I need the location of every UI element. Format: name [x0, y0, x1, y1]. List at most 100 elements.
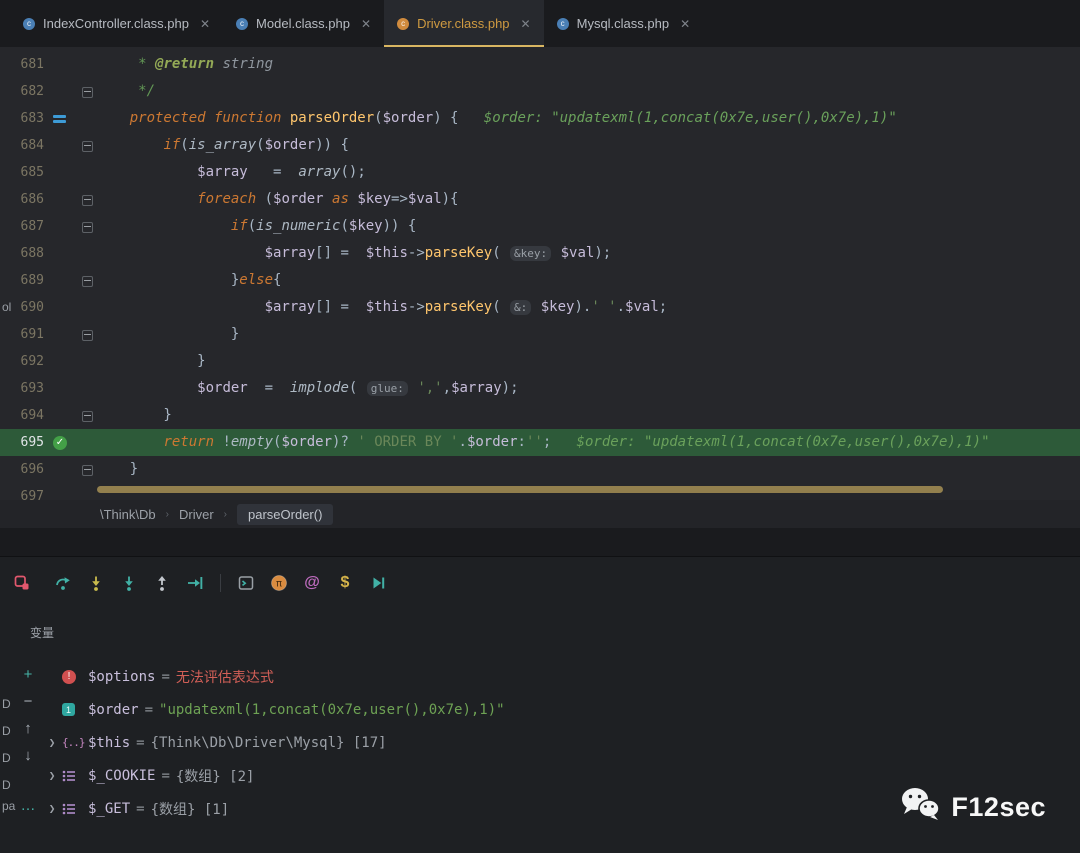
code-line-686[interactable]: 686 foreach ($order as $key=>$val){	[0, 186, 1080, 213]
move-up-button[interactable]: ↑	[16, 715, 40, 742]
fold-marker-icon[interactable]	[82, 330, 93, 341]
code-line-694[interactable]: 694 }	[0, 402, 1080, 429]
code-line-691[interactable]: 691 }	[0, 321, 1080, 348]
array-icon	[62, 803, 88, 815]
console-icon[interactable]	[236, 573, 256, 593]
code-line-696[interactable]: 696 }	[0, 456, 1080, 483]
expand-chevron-icon[interactable]: ❯	[42, 769, 62, 782]
editor-tab[interactable]: c Driver.class.php ✕	[384, 0, 544, 48]
fold-marker-icon[interactable]	[82, 276, 93, 287]
toolbar-separator	[220, 574, 221, 592]
code-editor[interactable]: 681 * @return string 682 */683 protected …	[0, 47, 1080, 500]
more-options-button[interactable]: …	[16, 792, 40, 819]
add-watch-button[interactable]: +	[16, 661, 40, 688]
clipped-tool-label: D	[2, 697, 11, 711]
fold-marker-icon[interactable]	[82, 465, 93, 476]
code-line-682[interactable]: 682 */	[0, 78, 1080, 105]
line-number[interactable]: 681	[0, 51, 44, 78]
breadcrumb-item[interactable]: parseOrder()	[237, 503, 334, 525]
line-number[interactable]: 683	[0, 105, 44, 132]
php-console-icon[interactable]: π	[269, 573, 289, 593]
debug-toolbar: π @ $	[0, 563, 388, 603]
line-number[interactable]: 685	[0, 159, 44, 186]
resume-icon[interactable]	[368, 573, 388, 593]
code-line-687[interactable]: 687 if(is_numeric($key)) {	[0, 213, 1080, 240]
line-number[interactable]: 694	[0, 402, 44, 429]
expand-chevron-icon[interactable]: ❯	[42, 736, 62, 749]
fold-marker-icon[interactable]	[82, 87, 93, 98]
tab-label: Driver.class.php	[417, 16, 510, 31]
code-text: foreach ($order as $key=>$val){	[197, 191, 459, 207]
code-line-688[interactable]: 688 $array[] = $this->parseKey( &key: $v…	[0, 240, 1080, 267]
variable-row[interactable]: 1 $order = "updatexml(1,concat(0x7e,user(),…	[42, 693, 1080, 726]
equals-sign: =	[144, 701, 154, 718]
fold-marker-icon[interactable]	[82, 195, 93, 206]
variables-panel-title[interactable]: 变量	[30, 624, 54, 641]
line-number[interactable]: 684	[0, 132, 44, 159]
code-text: if(is_array($order)) {	[163, 137, 349, 153]
close-tab-icon[interactable]: ✕	[680, 17, 690, 31]
remove-watch-button[interactable]: −	[16, 688, 40, 715]
breakpoint-hit-icon[interactable]: ✓	[53, 429, 67, 456]
clipped-tool-label: ol	[2, 300, 12, 314]
code-line-693[interactable]: 693 $order = implode( glue: ',',$array);	[0, 375, 1080, 402]
fold-marker-icon[interactable]	[82, 411, 93, 422]
equals-sign: =	[136, 734, 145, 751]
editor-tab[interactable]: c Mysql.class.php ✕	[544, 0, 704, 47]
evaluate-at-icon[interactable]: @	[302, 573, 322, 593]
force-step-into-icon[interactable]	[119, 573, 139, 593]
editor-tab[interactable]: c Model.class.php ✕	[223, 0, 384, 47]
line-number[interactable]: 689	[0, 267, 44, 294]
variable-row[interactable]: ❯ {..} $this = {Think\Db\Driver\Mysql} [17]	[42, 726, 1080, 759]
fold-marker-icon[interactable]	[82, 222, 93, 233]
step-into-icon[interactable]	[86, 573, 106, 593]
step-over-icon[interactable]	[53, 573, 73, 593]
code-text: $order = implode( glue: ',',$array);	[197, 380, 519, 396]
line-number[interactable]: 695	[0, 429, 44, 456]
tab-label: Model.class.php	[256, 16, 350, 31]
breadcrumb-item[interactable]: Driver	[179, 507, 214, 522]
code-line-692[interactable]: 692 }	[0, 348, 1080, 375]
close-tab-icon[interactable]: ✕	[200, 17, 210, 31]
bookmark-icon[interactable]	[53, 105, 66, 132]
line-number[interactable]: 693	[0, 375, 44, 402]
variables-toolbar: + − ↑ ↓ …	[16, 661, 40, 819]
php-class-icon: c	[236, 17, 249, 30]
expand-chevron-icon[interactable]: ❯	[42, 802, 62, 815]
view-breakpoints-icon[interactable]	[12, 573, 32, 593]
code-line-681[interactable]: 681 * @return string	[0, 51, 1080, 78]
variable-row[interactable]: ! $options = 无法评估表达式	[42, 660, 1080, 693]
close-tab-icon[interactable]: ✕	[361, 17, 371, 31]
close-tab-icon[interactable]: ✕	[521, 17, 531, 31]
code-line-695[interactable]: 695 ✓ return !empty($order)? ' ORDER BY '…	[0, 429, 1080, 456]
run-to-cursor-icon[interactable]	[185, 573, 205, 593]
line-number[interactable]: 688	[0, 240, 44, 267]
horizontal-scrollbar[interactable]	[97, 486, 943, 493]
line-number[interactable]: 696	[0, 456, 44, 483]
code-text: }	[96, 407, 172, 423]
line-number[interactable]: 692	[0, 348, 44, 375]
line-number[interactable]: 691	[0, 321, 44, 348]
code-text: $array[] = $this->parseKey( &key: $val);	[264, 245, 612, 261]
code-line-685[interactable]: 685 $array = array();	[0, 159, 1080, 186]
breadcrumb-item[interactable]: \Think\Db	[100, 507, 156, 522]
code-line-689[interactable]: 689 }else{	[0, 267, 1080, 294]
variable-value: {Think\Db\Driver\Mysql} [17]	[150, 734, 387, 751]
php-class-icon: c	[556, 17, 569, 30]
code-line-683[interactable]: 683 protected function parseOrder($order…	[0, 105, 1080, 132]
line-number[interactable]: 697	[0, 483, 44, 500]
code-text: if(is_numeric($key)) {	[230, 218, 417, 234]
code-text: }	[96, 461, 139, 477]
editor-tab[interactable]: c IndexController.class.php ✕	[10, 0, 223, 47]
move-down-button[interactable]: ↓	[16, 742, 40, 769]
fold-marker-icon[interactable]	[82, 141, 93, 152]
step-out-icon[interactable]	[152, 573, 172, 593]
line-number[interactable]: 687	[0, 213, 44, 240]
line-number[interactable]: 686	[0, 186, 44, 213]
code-line-684[interactable]: 684 if(is_array($order)) {	[0, 132, 1080, 159]
line-number[interactable]: 682	[0, 78, 44, 105]
tab-label: IndexController.class.php	[43, 16, 189, 31]
memory-dollar-icon[interactable]: $	[335, 573, 355, 593]
check-icon: ✓	[53, 435, 67, 450]
code-line-690[interactable]: 690 $array[] = $this->parseKey( &: $key)…	[0, 294, 1080, 321]
